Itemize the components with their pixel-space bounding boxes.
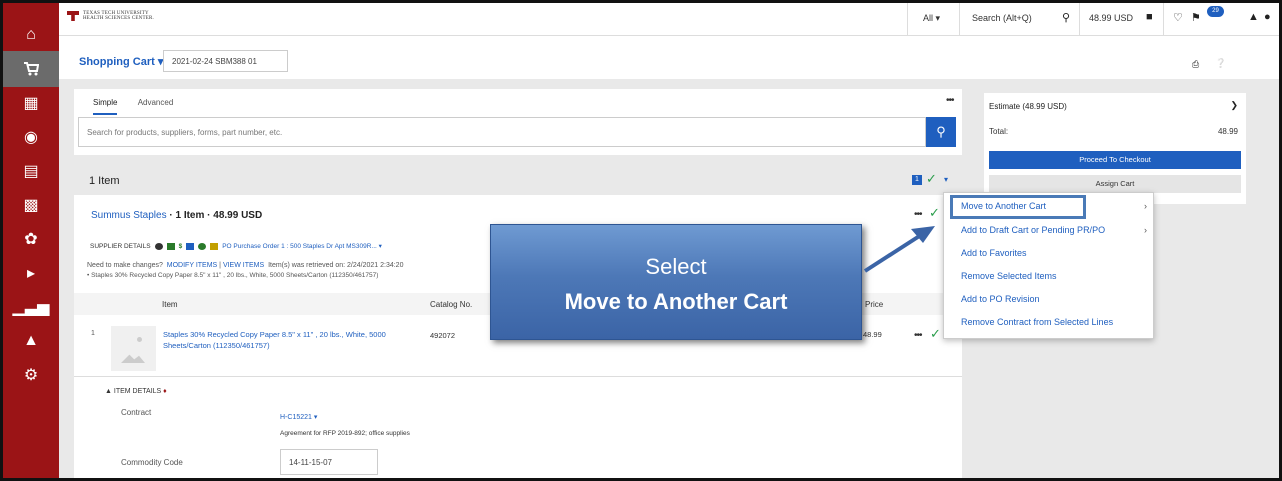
retrieved-timestamp: Item(s) was retrieved on: 2/24/2021 2:34… — [268, 262, 404, 269]
catalog-number: 492072 — [430, 331, 456, 340]
search-icon[interactable]: ⚲ — [1062, 11, 1070, 24]
logo-text-line2: HEALTH SCIENCES CENTER. — [83, 16, 154, 21]
tab-advanced[interactable]: Advanced — [138, 98, 174, 113]
select-options-chevron-icon[interactable]: ▾ — [944, 175, 948, 184]
global-search-input[interactable]: Search (Alt+Q) — [972, 13, 1032, 23]
need-changes-line: Need to make changes? MODIFY ITEMS | VIE… — [87, 262, 404, 269]
need-changes-text: Need to make changes? — [87, 262, 163, 269]
supplier-details-label: SUPPLIER DETAILS — [90, 242, 151, 250]
product-link[interactable]: Staples 30% Recycled Copy Paper 8.5" x 1… — [163, 329, 413, 351]
menu-item-add-to-draft-cart[interactable]: Add to Draft Cart or Pending PR/PO — [961, 225, 1105, 235]
supplier-more-icon[interactable]: ••• — [914, 209, 922, 220]
tab-simple[interactable]: Simple — [93, 98, 118, 115]
institution-icon[interactable]: ▤ — [3, 153, 59, 189]
settings-icon[interactable]: ⚙ — [3, 357, 59, 393]
cart-name-field[interactable]: 2021-02-24 SBM388 01 — [163, 50, 288, 72]
university-logo-icon — [67, 11, 79, 21]
action-items-icon[interactable]: ⚑ — [1191, 11, 1201, 24]
shopping-cart-dropdown[interactable]: Shopping Cart ▾ — [79, 55, 163, 68]
supplier-check-icon[interactable]: ✓ — [929, 205, 940, 221]
supplier-details: SUPPLIER DETAILS $ PO Purchase Order 1 :… — [90, 242, 382, 250]
cart-total[interactable]: 48.99 USD — [1089, 13, 1133, 23]
total-value: 48.99 — [1217, 127, 1238, 136]
row-check-icon[interactable]: ✓ — [930, 326, 941, 342]
commodity-code-label: Commodity Code — [121, 458, 183, 467]
help-icon[interactable]: ❔ — [1215, 58, 1226, 69]
tutorial-callout: Select Move to Another Cart — [490, 224, 862, 340]
home-icon[interactable]: ⌂ — [3, 17, 59, 53]
supplier-title[interactable]: Summus Staples · 1 Item · 48.99 USD — [91, 210, 262, 221]
selected-count-badge: 1 — [912, 175, 922, 185]
retrieved-item-bullet: • Staples 30% Recycled Copy Paper 8.5" x… — [87, 272, 379, 279]
app-window: ⌂ ▦ ◉ ▤ ▩ ✿ ▸ ▁▃▅ ▲ ⚙ TEXAS TECH UNIVERS… — [0, 0, 1282, 481]
highlight-box — [950, 195, 1086, 219]
assign-cart-button[interactable]: Assign Cart — [989, 175, 1241, 193]
documents-icon[interactable]: ▦ — [3, 85, 59, 121]
sidebar: ⌂ ▦ ◉ ▤ ▩ ✿ ▸ ▁▃▅ ▲ ⚙ — [3, 3, 59, 478]
menu-item-add-to-po-revision[interactable]: Add to PO Revision — [961, 294, 1040, 304]
supplier-bank-icon — [166, 242, 175, 250]
favorites-icon[interactable]: ♡ — [1173, 11, 1183, 24]
receiving-icon[interactable]: ▸ — [3, 255, 59, 291]
commodity-code-field[interactable]: 14-11-15-07 — [280, 449, 378, 475]
shopping-cart-nav-icon[interactable] — [3, 51, 59, 87]
supplier-tag-icon — [210, 242, 219, 250]
contract-description: Agreement for RFP 2019-892; office suppl… — [280, 430, 410, 437]
estimate-title: Estimate (48.99 USD) — [989, 102, 1067, 111]
callout-line1: Select — [645, 254, 707, 279]
cart-icon[interactable]: ■ — [1146, 11, 1153, 23]
cart-header: Shopping Cart ▾ 2021-02-24 SBM388 01 ⎙ ❔ — [59, 36, 1279, 79]
item-details-divider — [74, 376, 962, 377]
menu-item-remove-selected-items[interactable]: Remove Selected Items — [961, 271, 1057, 281]
supplier-dollar-icon: $ — [178, 242, 183, 250]
contract-dropdown[interactable]: H-C15221 ▾ — [280, 413, 317, 421]
submenu-arrow-icon: › — [1144, 201, 1147, 211]
col-catalog: Catalog No. — [430, 300, 473, 309]
building-icon[interactable]: ▩ — [3, 187, 59, 223]
supplier-status-icon — [198, 242, 207, 250]
contract-label: Contract — [121, 408, 152, 417]
item-details-toggle[interactable]: ▲ ITEM DETAILS ♦ — [105, 388, 167, 395]
view-items-link[interactable]: VIEW ITEMS — [223, 262, 264, 269]
cart-item-count: 1 Item — [89, 175, 120, 187]
user-profile-icon[interactable]: ● — [1264, 11, 1271, 23]
top-bar: TEXAS TECH UNIVERSITY HEALTH SCIENCES CE… — [59, 3, 1279, 36]
required-indicator-icon: ♦ — [163, 388, 167, 395]
line-price: 48.99 — [863, 330, 882, 339]
menu-item-add-to-favorites[interactable]: Add to Favorites — [961, 248, 1027, 258]
analytics-icon[interactable]: ▁▃▅ — [3, 289, 59, 325]
total-label: Total: — [989, 127, 1009, 136]
row-more-icon[interactable]: ••• — [914, 330, 922, 341]
callout-line2: Move to Another Cart — [564, 289, 788, 314]
product-search-input[interactable]: Search for products, suppliers, forms, p… — [78, 117, 926, 147]
print-icon[interactable]: ⎙ — [1192, 59, 1199, 70]
notifications-bell-icon[interactable]: ▲ — [1248, 11, 1259, 23]
award-icon[interactable]: ◉ — [3, 119, 59, 155]
contracts-icon[interactable]: ✿ — [3, 221, 59, 257]
chevron-down-icon[interactable]: ❯ — [1230, 100, 1238, 111]
submenu-arrow-icon: › — [1144, 225, 1147, 235]
estimate-panel: Estimate (48.99 USD) ❯ Total: 48.99 Proc… — [984, 93, 1246, 204]
supplier-gear-icon — [154, 242, 163, 250]
col-item: Item — [162, 300, 178, 309]
setup-icon[interactable]: ▲ — [3, 323, 59, 359]
po-address-link[interactable]: PO Purchase Order 1 : 500 Staples Dr Apt… — [222, 242, 382, 250]
search-button[interactable]: ⚲ — [926, 117, 956, 147]
select-all-check-icon[interactable]: ✓ — [926, 171, 937, 187]
menu-item-remove-contract[interactable]: Remove Contract from Selected Lines — [961, 317, 1113, 327]
scope-select[interactable]: All ▾ — [923, 13, 940, 24]
product-image-placeholder — [111, 326, 156, 371]
row-number: 1 — [91, 330, 95, 337]
product-search-panel: Simple Advanced ••• Search for products,… — [74, 89, 962, 155]
proceed-to-checkout-button[interactable]: Proceed To Checkout — [989, 151, 1241, 169]
supplier-type-icon — [186, 242, 195, 250]
logo[interactable]: TEXAS TECH UNIVERSITY HEALTH SCIENCES CE… — [67, 11, 154, 21]
more-options-icon[interactable]: ••• — [946, 95, 954, 106]
modify-items-link[interactable]: MODIFY ITEMS — [167, 262, 217, 269]
notification-badge: 29 — [1207, 6, 1224, 17]
col-price: Price — [865, 300, 884, 309]
